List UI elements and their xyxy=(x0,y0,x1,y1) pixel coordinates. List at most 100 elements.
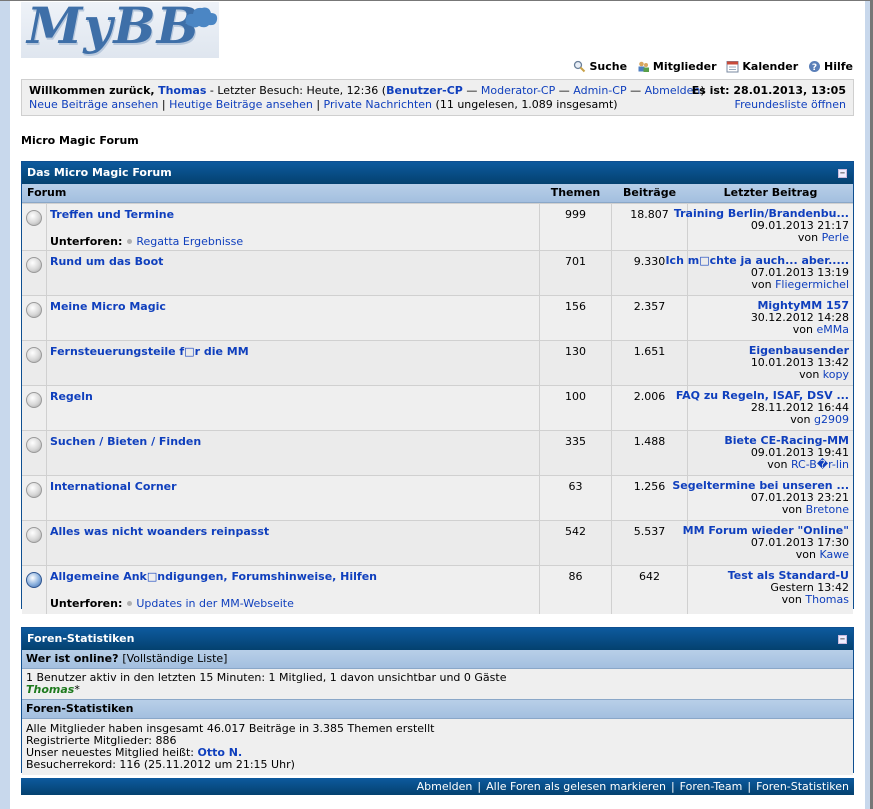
forum-row: Regeln 100 2.006 FAQ zu Regeln, ISAF, DSV .… xyxy=(22,385,853,430)
forum-no-new-posts-icon[interactable] xyxy=(26,527,42,543)
forum-title-link[interactable]: Suchen / Bieten / Finden xyxy=(50,435,201,448)
menu-calendar[interactable]: Kalender xyxy=(726,60,798,73)
forum-title-link[interactable]: International Corner xyxy=(50,480,177,493)
last-post-user-link[interactable]: RC-B�r-lin xyxy=(791,458,849,471)
footer-stats-link[interactable]: Foren-Statistiken xyxy=(756,780,849,793)
forum-threads-count: 100 xyxy=(565,390,586,403)
last-post-user-link[interactable]: eMMa xyxy=(817,323,850,336)
forum-title-link[interactable]: Allgemeine Ank□ndigungen, Forumshinweise… xyxy=(50,570,377,583)
forum-no-new-posts-icon[interactable] xyxy=(26,257,42,273)
forum-status-cell xyxy=(22,431,47,475)
forum-status-cell xyxy=(22,204,47,250)
footer-sep: | xyxy=(747,780,752,793)
forum-posts-count: 5.537 xyxy=(633,525,666,538)
menu-members[interactable]: Mitglieder xyxy=(637,60,717,73)
last-post-user-link[interactable]: Perle xyxy=(822,231,849,244)
help-icon: ? xyxy=(809,61,820,73)
forum-status-cell xyxy=(22,386,47,430)
private-messages-link[interactable]: Private Nachrichten xyxy=(324,98,433,111)
forum-title-link[interactable]: Treffen und Termine xyxy=(50,208,174,221)
stats-table: Foren-Statistiken − Wer ist online? [Vol… xyxy=(21,627,854,775)
breadcrumb[interactable]: Micro Magic Forum xyxy=(21,134,139,147)
footer-mark-read-link[interactable]: Alle Foren als gelesen markieren xyxy=(486,780,666,793)
forum-threads-count: 999 xyxy=(565,208,586,221)
footer-team-link[interactable]: Foren-Team xyxy=(680,780,743,793)
forum-last-post: Segeltermine bei unseren ... 07.01.2013 2… xyxy=(672,480,849,516)
forum-row: Allgemeine Ank□ndigungen, Forumshinweise… xyxy=(22,565,853,614)
collapse-icon[interactable]: − xyxy=(838,169,847,178)
mybb-logo[interactable]: MyBB xyxy=(21,2,219,58)
online-user[interactable]: Thomas xyxy=(26,683,74,696)
forum-threads-count: 335 xyxy=(565,435,586,448)
subforums: Unterforen: Updates in der MM-Webseite xyxy=(50,597,294,610)
subforum-link[interactable]: Regatta Ergebnisse xyxy=(136,235,243,248)
last-post-user-link[interactable]: kopy xyxy=(823,368,849,381)
forum-status-cell xyxy=(22,476,47,520)
forum-last-post: MightyMM 157 30.12.2012 14:28 von eMMa xyxy=(751,300,849,336)
last-post-user-link[interactable]: Bretone xyxy=(806,503,849,516)
menu-search-label: Suche xyxy=(589,60,628,73)
col-posts: Beiträge xyxy=(622,186,677,199)
forum-title-link[interactable]: Rund um das Boot xyxy=(50,255,163,268)
forum-title-link[interactable]: Regeln xyxy=(50,390,93,403)
forum-row: Suchen / Bieten / Finden 335 1.488 Biete CE… xyxy=(22,430,853,475)
welcome-username[interactable]: Thomas xyxy=(158,84,206,97)
stats-title: Foren-Statistiken xyxy=(27,632,135,645)
top-menu: Suche Mitglieder Kalender ? Hilfe xyxy=(567,60,853,76)
welcome-right: Es ist: 28.01.2013, 13:05 Freundesliste … xyxy=(692,84,846,112)
buddy-list-link[interactable]: Freundesliste öffnen xyxy=(735,98,846,111)
subforum-dot-icon xyxy=(127,239,133,244)
forum-row: Meine Micro Magic 156 2.357 MightyMM 157 30.… xyxy=(22,295,853,340)
last-post-by: von xyxy=(797,231,819,244)
forum-no-new-posts-icon[interactable] xyxy=(26,482,42,498)
forum-last-post: MM Forum wieder "Online" 07.01.2013 17:30… xyxy=(683,525,849,561)
forum-row: Rund um das Boot 701 9.330 Ich m□chte ja au… xyxy=(22,250,853,295)
moderator-cp-link[interactable]: Moderator-CP xyxy=(481,84,555,97)
forum-column-headers: Forum Themen Beiträge Letzter Beitrag xyxy=(22,184,853,203)
forum-posts-count: 1.651 xyxy=(633,345,666,358)
forum-status-cell xyxy=(22,296,47,340)
forum-new-posts-icon[interactable] xyxy=(26,572,42,588)
forum-row: Alles was nicht woanders reinpasst 542 5.5… xyxy=(22,520,853,565)
forum-name-cell xyxy=(47,386,540,430)
footer-logout-link[interactable]: Abmelden xyxy=(417,780,473,793)
online-text: 1 Benutzer aktiv in den letzten 15 Minut… xyxy=(26,671,507,684)
todays-posts-link[interactable]: Heutige Beiträge ansehen xyxy=(169,98,313,111)
online-heading-row: Wer ist online? [Vollständige Liste] xyxy=(22,650,853,669)
forum-title-link[interactable]: Alles was nicht woanders reinpasst xyxy=(50,525,269,538)
forum-no-new-posts-icon[interactable] xyxy=(26,392,42,408)
last-post-user-link[interactable]: g2909 xyxy=(814,413,849,426)
forum-title-link[interactable]: Fernsteuerungsteile f□r die MM xyxy=(50,345,249,358)
user-cp-link[interactable]: Benutzer-CP xyxy=(386,84,463,97)
stats-heading: Foren-Statistiken xyxy=(26,702,134,715)
new-posts-link[interactable]: Neue Beiträge ansehen xyxy=(29,98,158,111)
menu-search[interactable]: Suche xyxy=(573,60,627,73)
online-full-list-link[interactable]: [Vollständige Liste] xyxy=(122,652,227,665)
last-post-user-link[interactable]: Kawe xyxy=(819,548,849,561)
collapse-icon[interactable]: − xyxy=(838,635,847,644)
col-last-post: Letzter Beitrag xyxy=(723,186,818,199)
forum-title-link[interactable]: Meine Micro Magic xyxy=(50,300,166,313)
last-post-by: von xyxy=(795,548,816,561)
menu-help[interactable]: ? Hilfe xyxy=(808,60,853,73)
footer-bar: Abmelden | Alle Foren als gelesen markiere… xyxy=(21,778,854,795)
admin-cp-link[interactable]: Admin-CP xyxy=(573,84,626,97)
welcome-panel: Willkommen zurück, Thomas - Letzter Besu… xyxy=(21,79,854,116)
subforum-link[interactable]: Updates in der MM-Webseite xyxy=(136,597,293,610)
last-post-by: von xyxy=(792,323,813,336)
forum-no-new-posts-icon[interactable] xyxy=(26,210,42,226)
last-post-user-link[interactable]: Fliegermichel xyxy=(775,278,849,291)
forum-no-new-posts-icon[interactable] xyxy=(26,437,42,453)
last-post-user-link[interactable]: Thomas xyxy=(805,593,849,606)
forum-no-new-posts-icon[interactable] xyxy=(26,347,42,363)
welcome-greeting: Willkommen zurück, xyxy=(29,84,155,97)
forum-table-title: Das Micro Magic Forum xyxy=(27,166,172,179)
col-forum: Forum xyxy=(27,186,67,199)
forum-table-header: Das Micro Magic Forum − xyxy=(22,162,853,184)
page-container: MyBB Suche Mitglieder Kalender ? Hilfe W… xyxy=(10,1,865,809)
stats-heading-row: Foren-Statistiken xyxy=(22,699,853,719)
forum-last-post: Eigenbausender 10.01.2013 13:42 von kopy xyxy=(749,345,849,381)
dash-sep: — xyxy=(466,84,478,97)
forum-no-new-posts-icon[interactable] xyxy=(26,302,42,318)
stats-header: Foren-Statistiken − xyxy=(22,628,853,650)
